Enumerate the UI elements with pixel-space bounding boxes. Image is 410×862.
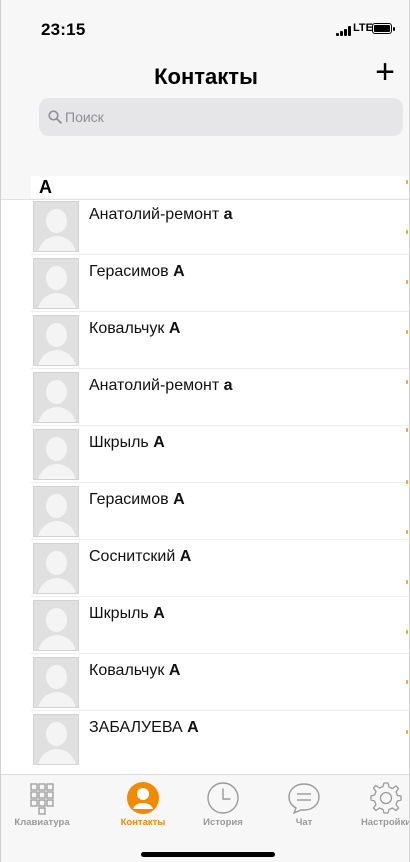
contacts-icon [126,781,160,815]
contact-name-suffix: А [153,605,165,622]
tab-label: Настройки [360,817,410,828]
contact-name-text: ЗАБАЛУЕВА [89,719,183,736]
section-header: А [31,176,409,198]
status-time: 23:15 [41,20,86,39]
contact-row[interactable]: Шкрыль А [31,597,409,654]
avatar-placeholder-icon [33,486,79,537]
avatar-placeholder-icon [33,372,79,423]
gear-icon [369,781,403,815]
contact-name-suffix: А [153,434,165,451]
tab-label: История [203,817,243,828]
contact-name-suffix: А [173,491,185,508]
avatar-placeholder-icon [33,315,79,366]
search-field[interactable] [39,98,403,136]
tab-label: Чат [295,817,313,828]
add-contact-button[interactable]: + [369,55,401,91]
avatar-placeholder-icon [33,714,79,765]
contact-name-text: Анатолий-ремонт [89,377,220,394]
section-index[interactable] [402,180,409,770]
keypad-icon [25,781,59,815]
contact-name-text: Ковальчук [89,320,165,337]
avatar-placeholder-icon [33,600,79,651]
contact-name-suffix: А [179,548,192,565]
status-bar: 23:15 LTE [1,0,409,52]
contact-name-text: Шкрыль [89,434,149,451]
avatar-placeholder-icon [33,201,79,252]
app-screen: 23:15 LTE Контакты + А Анатолий-ремонт а… [0,0,410,862]
tab-bar: Клавиатура Контакты История Чат Настройк… [1,774,410,862]
contact-row[interactable]: Ковальчук А [31,654,409,711]
clock-icon [206,781,240,815]
contact-row[interactable]: Соснитский А [31,540,409,597]
contact-row[interactable]: Ковальчук А [31,312,409,369]
contact-name: Ковальчук А [89,320,180,338]
battery-icon [372,23,395,34]
contact-row[interactable]: Анатолий-ремонт а [31,198,409,255]
contact-name-text: Ковальчук [89,662,165,679]
contact-name: Герасимов А [89,263,185,281]
contact-name: Соснитский А [89,548,191,566]
page-title: Контакты [154,64,258,89]
tab-settings[interactable]: Настройки [346,781,410,828]
contact-name-text: Герасимов [89,263,169,280]
contact-name-suffix: А [187,719,199,736]
network-type: LTE [353,22,373,34]
contact-name-suffix: а [223,206,233,223]
search-input[interactable] [65,98,385,136]
contact-row[interactable]: Шкрыль А [31,426,409,483]
contact-name: Анатолий-ремонт а [89,377,233,395]
contact-row[interactable]: Анатолий-ремонт а [31,369,409,426]
contacts-list[interactable]: А Анатолий-ремонт а Герасимов А Ковальчук … [31,176,409,766]
signal-icon [336,26,352,36]
contact-name: Шкрыль А [89,605,165,623]
search-icon [48,110,62,124]
contact-name: Ковальчук А [89,662,180,680]
tab-chat[interactable]: Чат [264,781,344,828]
contact-name-text: Герасимов [89,491,169,508]
avatar-placeholder-icon [33,543,79,594]
contact-name: Анатолий-ремонт а [89,206,233,224]
contact-name-suffix: а [223,377,233,394]
contact-name-suffix: А [168,662,181,679]
contact-row[interactable]: ЗАБАЛУЕВА А [31,711,409,766]
contact-name: Герасимов А [89,491,185,509]
tab-label: Клавиатура [14,817,70,828]
contact-name: Шкрыль А [89,434,165,452]
avatar-placeholder-icon [33,258,79,309]
contact-row[interactable]: Герасимов А [31,255,409,312]
home-indicator [141,852,275,857]
chat-icon [287,781,321,815]
tab-history[interactable]: История [183,781,263,828]
contact-row[interactable]: Герасимов А [31,483,409,540]
contact-name-suffix: А [168,320,181,337]
contact-name-suffix: А [173,263,185,280]
tab-contacts[interactable]: Контакты [103,781,183,828]
tab-keypad[interactable]: Клавиатура [2,781,82,828]
avatar-placeholder-icon [33,657,79,708]
contact-name-text: Анатолий-ремонт [89,206,220,223]
tab-label: Контакты [120,817,166,828]
contact-name: ЗАБАЛУЕВА А [89,719,199,737]
contact-name-text: Шкрыль [89,605,149,622]
contact-name-text: Соснитский [89,548,176,565]
avatar-placeholder-icon [33,429,79,480]
